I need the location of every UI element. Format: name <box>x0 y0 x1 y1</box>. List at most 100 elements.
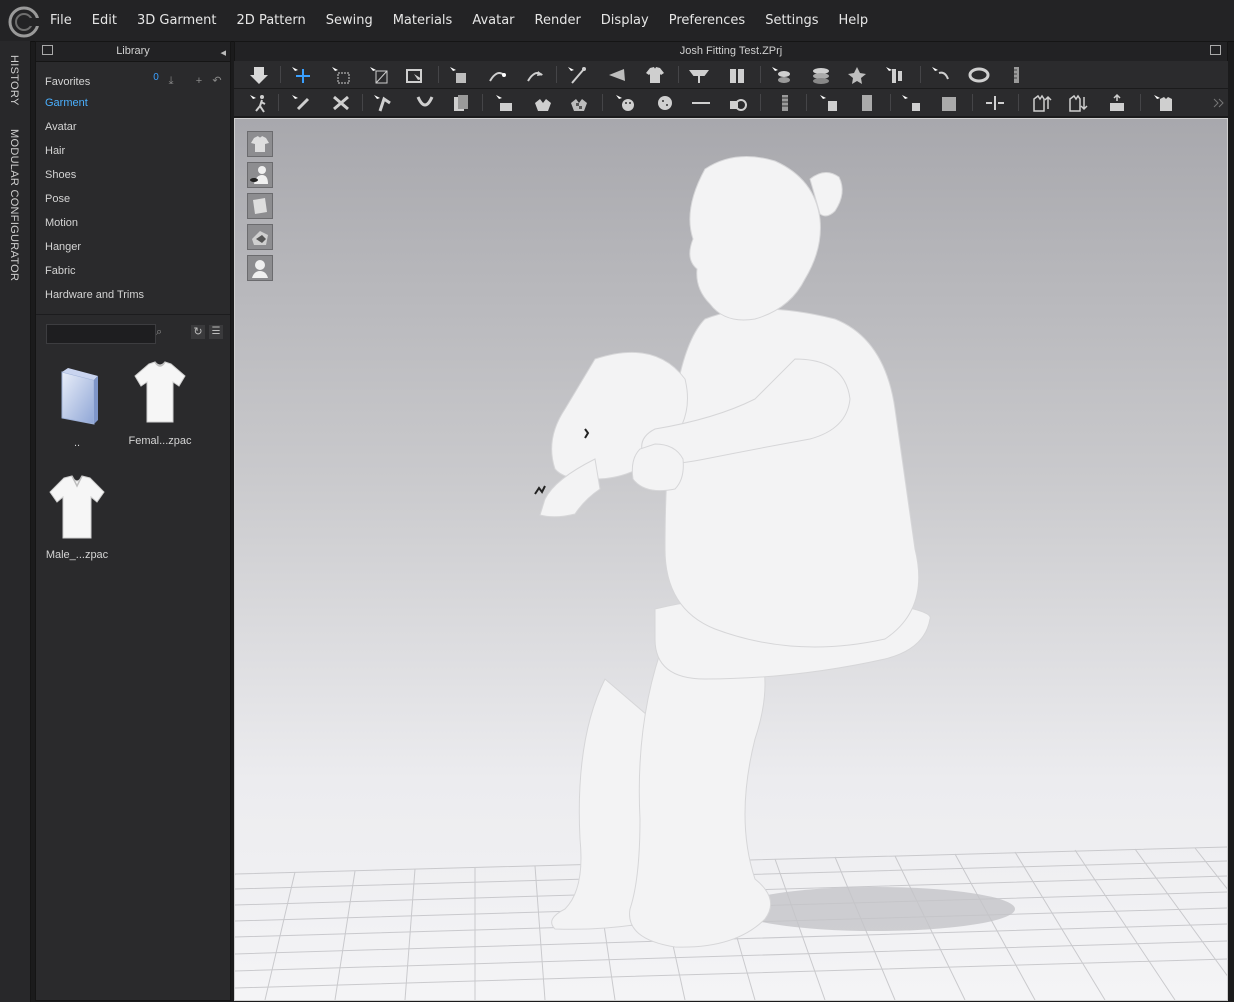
garment-copy-icon[interactable] <box>450 93 472 113</box>
toolbar-row-2 <box>234 89 1228 117</box>
piping-icon[interactable] <box>818 93 840 113</box>
app-logo-icon[interactable] <box>8 6 40 38</box>
tack-on-avatar-icon[interactable] <box>486 65 508 85</box>
layer-icon[interactable] <box>810 65 832 85</box>
tack-arrow-icon[interactable] <box>524 65 546 85</box>
walk-pose-icon[interactable] <box>248 93 270 113</box>
edit-pattern-icon[interactable] <box>290 93 312 113</box>
fold-line-icon[interactable] <box>372 93 394 113</box>
align-center-icon[interactable] <box>984 93 1006 113</box>
pin-icon[interactable]: ◂ <box>220 44 226 63</box>
tshirt-icon <box>134 361 186 423</box>
buttonhole-icon[interactable] <box>690 93 712 113</box>
garment-down-icon[interactable] <box>1066 93 1088 113</box>
ruler-icon[interactable] <box>1006 65 1028 85</box>
library-search-input[interactable] <box>46 324 156 344</box>
garment-upload-icon[interactable] <box>1106 93 1128 113</box>
menu-3d-garment[interactable]: 3D Garment <box>137 13 217 28</box>
tab-modular-configurator[interactable]: MODULAR CONFIGURATOR <box>8 129 20 281</box>
library-panel: Library ◂ Favorites 0 ⤓ + ↶ Garment Avat… <box>35 41 231 1001</box>
category-hair[interactable]: Hair <box>45 145 65 157</box>
list-view-icon[interactable]: ☰ <box>209 325 223 339</box>
select-move-icon[interactable] <box>290 65 312 85</box>
simulate-icon[interactable] <box>248 65 270 85</box>
search-icon[interactable]: ⌕ <box>156 326 162 339</box>
add-icon[interactable]: + <box>192 74 206 88</box>
measure-icon[interactable] <box>606 65 628 85</box>
select-button-icon[interactable] <box>654 93 676 113</box>
category-hardware-trims[interactable]: Hardware and Trims <box>45 289 144 301</box>
library-item-parent-folder[interactable]: .. <box>42 360 112 449</box>
popout-icon[interactable] <box>42 45 53 55</box>
menu-2d-pattern[interactable]: 2D Pattern <box>237 13 306 28</box>
show-texture-icon[interactable] <box>247 224 273 250</box>
garment-up-icon[interactable] <box>1030 93 1052 113</box>
zipper-icon[interactable] <box>774 93 796 113</box>
zipper-lock-icon[interactable] <box>726 93 748 113</box>
trim-select-icon[interactable] <box>938 93 960 113</box>
garment-tag-icon[interactable] <box>1152 93 1174 113</box>
arrangement-points-icon[interactable] <box>770 65 792 85</box>
viewport-tools <box>247 131 273 286</box>
piping-select-icon[interactable] <box>856 93 878 113</box>
favorites-label[interactable]: Favorites <box>45 76 90 88</box>
arrangement-bone-icon[interactable] <box>884 65 906 85</box>
graphic-icon[interactable] <box>532 93 554 113</box>
checker-fabric-icon[interactable] <box>568 93 590 113</box>
menu-settings[interactable]: Settings <box>765 13 818 28</box>
popout-icon[interactable] <box>1210 45 1221 55</box>
avatar-figure-icon[interactable] <box>846 65 868 85</box>
fold-3d-icon[interactable] <box>688 65 710 85</box>
show-garment-icon[interactable] <box>247 131 273 157</box>
menu-materials[interactable]: Materials <box>393 13 453 28</box>
category-fabric[interactable]: Fabric <box>45 265 76 277</box>
library-item-male-tshirt[interactable]: Male_...zpac <box>42 472 112 561</box>
favorites-row: Favorites 0 ⤓ + ↶ <box>36 62 230 89</box>
download-icon[interactable]: ⤓ <box>164 74 178 88</box>
button-icon[interactable] <box>614 93 636 113</box>
menu-sewing[interactable]: Sewing <box>326 13 373 28</box>
menu-avatar[interactable]: Avatar <box>472 13 514 28</box>
texture-edit-icon[interactable] <box>494 93 516 113</box>
garment-fit-icon[interactable] <box>644 65 666 85</box>
back-icon[interactable]: ↶ <box>210 74 224 88</box>
library-item-female-tshirt[interactable]: Femal...zpac <box>125 358 195 447</box>
menu-preferences[interactable]: Preferences <box>669 13 745 28</box>
show-avatar-icon[interactable] <box>247 162 273 188</box>
main-menu: File Edit 3D Garment 2D Pattern Sewing M… <box>50 0 888 41</box>
menu-display[interactable]: Display <box>601 13 649 28</box>
unfold-icon[interactable] <box>726 65 748 85</box>
circumference-icon[interactable] <box>968 65 990 85</box>
show-fabric-icon[interactable] <box>247 193 273 219</box>
tape-measure-icon[interactable] <box>930 65 952 85</box>
menu-render[interactable]: Render <box>535 13 581 28</box>
project-title: Josh Fitting Test.ZPrj <box>679 45 783 57</box>
category-pose[interactable]: Pose <box>45 193 70 205</box>
category-garment[interactable]: Garment <box>45 97 88 109</box>
select-mesh-box-icon[interactable] <box>330 65 352 85</box>
more-tools-icon[interactable] <box>1208 93 1224 113</box>
refresh-icon[interactable]: ↻ <box>191 325 205 339</box>
3d-viewport[interactable] <box>234 118 1228 1001</box>
tab-history[interactable]: HISTORY <box>8 55 20 106</box>
show-avatar-silhouette-icon[interactable] <box>247 255 273 281</box>
scissors-icon[interactable] <box>330 93 352 113</box>
menu-help[interactable]: Help <box>839 13 869 28</box>
tshirt-icon <box>49 475 105 539</box>
category-avatar[interactable]: Avatar <box>45 121 77 133</box>
menu-edit[interactable]: Edit <box>92 13 117 28</box>
avatar-model[interactable] <box>539 156 931 948</box>
category-shoes[interactable]: Shoes <box>45 169 76 181</box>
library-item-label: Femal...zpac <box>128 435 192 447</box>
tack-icon[interactable] <box>448 65 470 85</box>
category-hanger[interactable]: Hanger <box>45 241 81 253</box>
pin-box-icon[interactable] <box>566 65 588 85</box>
trim-icon[interactable] <box>900 93 922 113</box>
toolbar-row-1 <box>234 61 1228 89</box>
menu-file[interactable]: File <box>50 13 72 28</box>
curve-fold-icon[interactable] <box>414 93 436 113</box>
folder-icon <box>61 368 98 425</box>
select-mesh-lasso-icon[interactable] <box>368 65 390 85</box>
category-motion[interactable]: Motion <box>45 217 78 229</box>
fold-arrangement-icon[interactable] <box>404 65 426 85</box>
